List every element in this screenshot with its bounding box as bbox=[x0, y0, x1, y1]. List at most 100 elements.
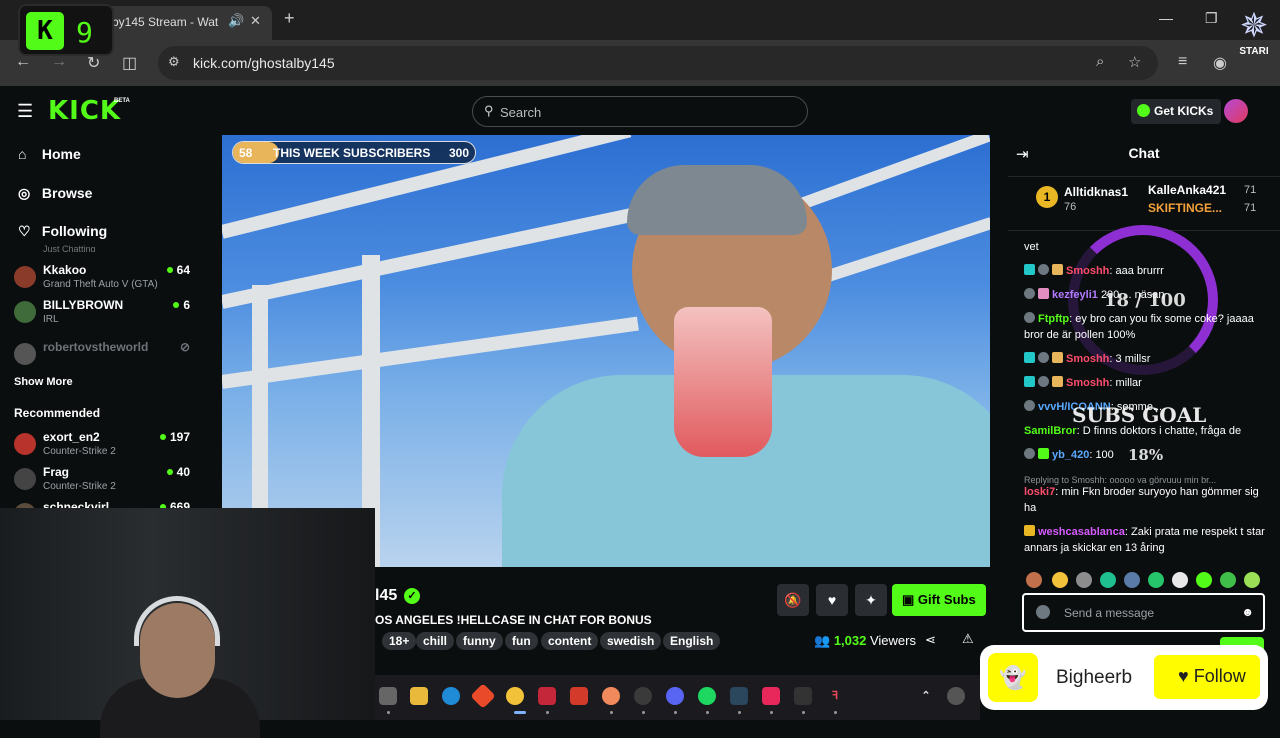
chat-username[interactable]: kezfeyli1 bbox=[1052, 289, 1098, 301]
recommended-channel-frag[interactable]: Frag Counter-Strike 2 40 bbox=[14, 464, 194, 496]
app-icon[interactable] bbox=[794, 687, 812, 705]
app-icon[interactable] bbox=[470, 683, 496, 709]
chat-username[interactable]: Smoshh bbox=[1066, 265, 1109, 277]
tag-english[interactable]: English bbox=[663, 632, 721, 650]
zoom-icon[interactable]: ⌕ bbox=[1096, 53, 1104, 70]
close-tab-icon[interactable]: ✕ bbox=[250, 13, 261, 29]
user-avatar[interactable] bbox=[1224, 99, 1248, 123]
collapse-chat-icon[interactable]: ⇥ bbox=[1016, 145, 1029, 163]
tag-funny[interactable]: funny bbox=[456, 632, 503, 650]
tag-fun[interactable]: fun bbox=[505, 632, 538, 650]
app-icon[interactable]: ꟻ bbox=[826, 687, 844, 705]
edge-icon[interactable] bbox=[442, 687, 460, 705]
kick-logo[interactable]: KICK bbox=[48, 96, 121, 126]
chat-username[interactable]: SamilBror bbox=[1024, 425, 1077, 437]
emote-icon[interactable] bbox=[1026, 572, 1042, 588]
media-control-icon[interactable]: ≡ bbox=[1178, 53, 1187, 71]
shield-icon[interactable] bbox=[570, 687, 588, 705]
tag-swedish[interactable]: swedish bbox=[600, 632, 662, 650]
tray-icon[interactable] bbox=[947, 687, 965, 705]
speaker-icon[interactable]: 🔊 bbox=[228, 13, 244, 29]
omnibox[interactable]: ⚙ kick.com/ghostalby145 ⌕ ☆ bbox=[158, 46, 1158, 80]
follow-button[interactable]: ♥ Follow bbox=[1154, 655, 1260, 699]
bookmark-star-icon[interactable]: ☆ bbox=[1128, 53, 1141, 71]
follow-heart-icon[interactable]: ♥ bbox=[816, 584, 848, 616]
new-tab-button[interactable]: + bbox=[284, 8, 295, 29]
steam-icon[interactable] bbox=[730, 687, 748, 705]
site-info-icon[interactable]: ⚙ bbox=[168, 54, 180, 70]
share-icon[interactable]: ⋖ bbox=[925, 632, 936, 648]
leaderboard-name[interactable]: KalleAnka421 bbox=[1148, 183, 1226, 197]
obs-icon[interactable] bbox=[634, 687, 652, 705]
search-input[interactable]: ⚲ Search bbox=[472, 96, 808, 127]
report-icon[interactable]: ⚠ bbox=[962, 631, 974, 647]
streamer-name[interactable]: l45 bbox=[375, 587, 397, 605]
sidebar-item-following[interactable]: ♡ Following bbox=[18, 223, 107, 240]
running-indicator bbox=[770, 711, 773, 714]
tag-18plus[interactable]: 18+ bbox=[382, 632, 417, 650]
profile-icon[interactable]: ◉ bbox=[1213, 53, 1227, 73]
chat-message-input[interactable]: Send a message ☻ bbox=[1022, 593, 1265, 632]
viewers-value: 1,032 bbox=[833, 633, 867, 648]
following-channel-kkakoo[interactable]: Kkakoo Grand Theft Auto V (GTA) 64 bbox=[14, 262, 194, 294]
tag-content[interactable]: content bbox=[541, 632, 599, 650]
emote-icon[interactable] bbox=[1244, 572, 1260, 588]
emote-icon[interactable] bbox=[1052, 572, 1068, 588]
spotify-icon[interactable] bbox=[698, 687, 716, 705]
following-channel-robertovstheworld[interactable]: robertovstheworld ⊘ bbox=[14, 339, 194, 371]
emote-icon[interactable] bbox=[1172, 572, 1188, 588]
tag-chill[interactable]: chill bbox=[416, 632, 455, 650]
badge-icon bbox=[1024, 288, 1035, 299]
get-kicks-label: Get KICKs bbox=[1154, 104, 1214, 118]
notifications-off-icon[interactable]: 🔕 bbox=[777, 584, 809, 616]
tab-title: by145 Stream - Wat bbox=[112, 15, 219, 29]
chat-username[interactable]: weshcasablanca bbox=[1038, 526, 1125, 538]
recommended-channel-schneckvirl[interactable]: schneckvirl 669 bbox=[14, 499, 194, 508]
reload-icon[interactable]: ↻ bbox=[87, 53, 100, 73]
app-icon[interactable] bbox=[538, 687, 556, 705]
badge-icon bbox=[1024, 376, 1035, 387]
sparkle-icon[interactable]: ✦ bbox=[855, 584, 887, 616]
browser-tab[interactable]: by145 Stream - Wat 🔊 ✕ bbox=[100, 6, 272, 40]
get-kicks-button[interactable]: Get KICKs bbox=[1131, 99, 1221, 124]
star-icon: ✵ bbox=[1239, 7, 1269, 45]
file-explorer-icon[interactable] bbox=[410, 687, 428, 705]
chat-username[interactable]: Ftpftp bbox=[1038, 313, 1069, 325]
chat-username[interactable]: yb_420 bbox=[1052, 449, 1089, 461]
restore-icon[interactable]: ❐ bbox=[1205, 10, 1218, 27]
emote-icon[interactable] bbox=[1148, 572, 1164, 588]
task-view-icon[interactable] bbox=[379, 687, 397, 705]
discord-icon[interactable] bbox=[666, 687, 684, 705]
menu-icon[interactable]: ☰ bbox=[17, 101, 33, 122]
chat-username[interactable]: loski7 bbox=[1024, 486, 1055, 498]
video-player[interactable] bbox=[222, 135, 990, 567]
chevron-up-icon[interactable]: ⌃ bbox=[917, 687, 935, 705]
minimize-icon[interactable]: — bbox=[1159, 10, 1173, 26]
emote-icon[interactable] bbox=[1220, 572, 1236, 588]
emote-icon[interactable] bbox=[1076, 572, 1092, 588]
recommended-channel-exort[interactable]: exort_en2 Counter-Strike 2 197 bbox=[14, 429, 194, 461]
emoji-icon[interactable]: ☻ bbox=[1241, 605, 1254, 619]
emote-icon[interactable] bbox=[1100, 572, 1116, 588]
home-icon: ⌂ bbox=[18, 146, 27, 162]
chat-username[interactable]: Smoshh bbox=[1066, 377, 1109, 389]
emote-icon[interactable] bbox=[1124, 572, 1140, 588]
leaderboard-name[interactable]: SKIFTINGE... bbox=[1148, 201, 1222, 215]
split-view-icon[interactable]: ◫ bbox=[122, 53, 137, 73]
search-placeholder: Search bbox=[500, 105, 542, 120]
emote-icon[interactable] bbox=[1196, 572, 1212, 588]
sidebar-item-browse[interactable]: ◎ Browse bbox=[18, 185, 92, 202]
sidebar-item-home[interactable]: ⌂ Home bbox=[18, 146, 81, 162]
tiktok-icon[interactable] bbox=[762, 687, 780, 705]
badge-icon bbox=[1038, 376, 1049, 387]
show-more-link[interactable]: Show More bbox=[14, 376, 73, 388]
app-icon[interactable] bbox=[602, 687, 620, 705]
chat-username[interactable]: Smoshh bbox=[1066, 353, 1109, 365]
badge-icon bbox=[1038, 352, 1049, 363]
url-text[interactable]: kick.com/ghostalby145 bbox=[193, 55, 335, 71]
channel-name: schneckvirl bbox=[43, 500, 110, 508]
leaderboard-name[interactable]: Alltidknas1 bbox=[1064, 185, 1128, 199]
gift-subs-button[interactable]: ▣ Gift Subs bbox=[892, 584, 986, 616]
following-channel-billybrown[interactable]: BILLYBROWN IRL 6 bbox=[14, 297, 194, 329]
chrome-icon[interactable] bbox=[506, 687, 524, 705]
